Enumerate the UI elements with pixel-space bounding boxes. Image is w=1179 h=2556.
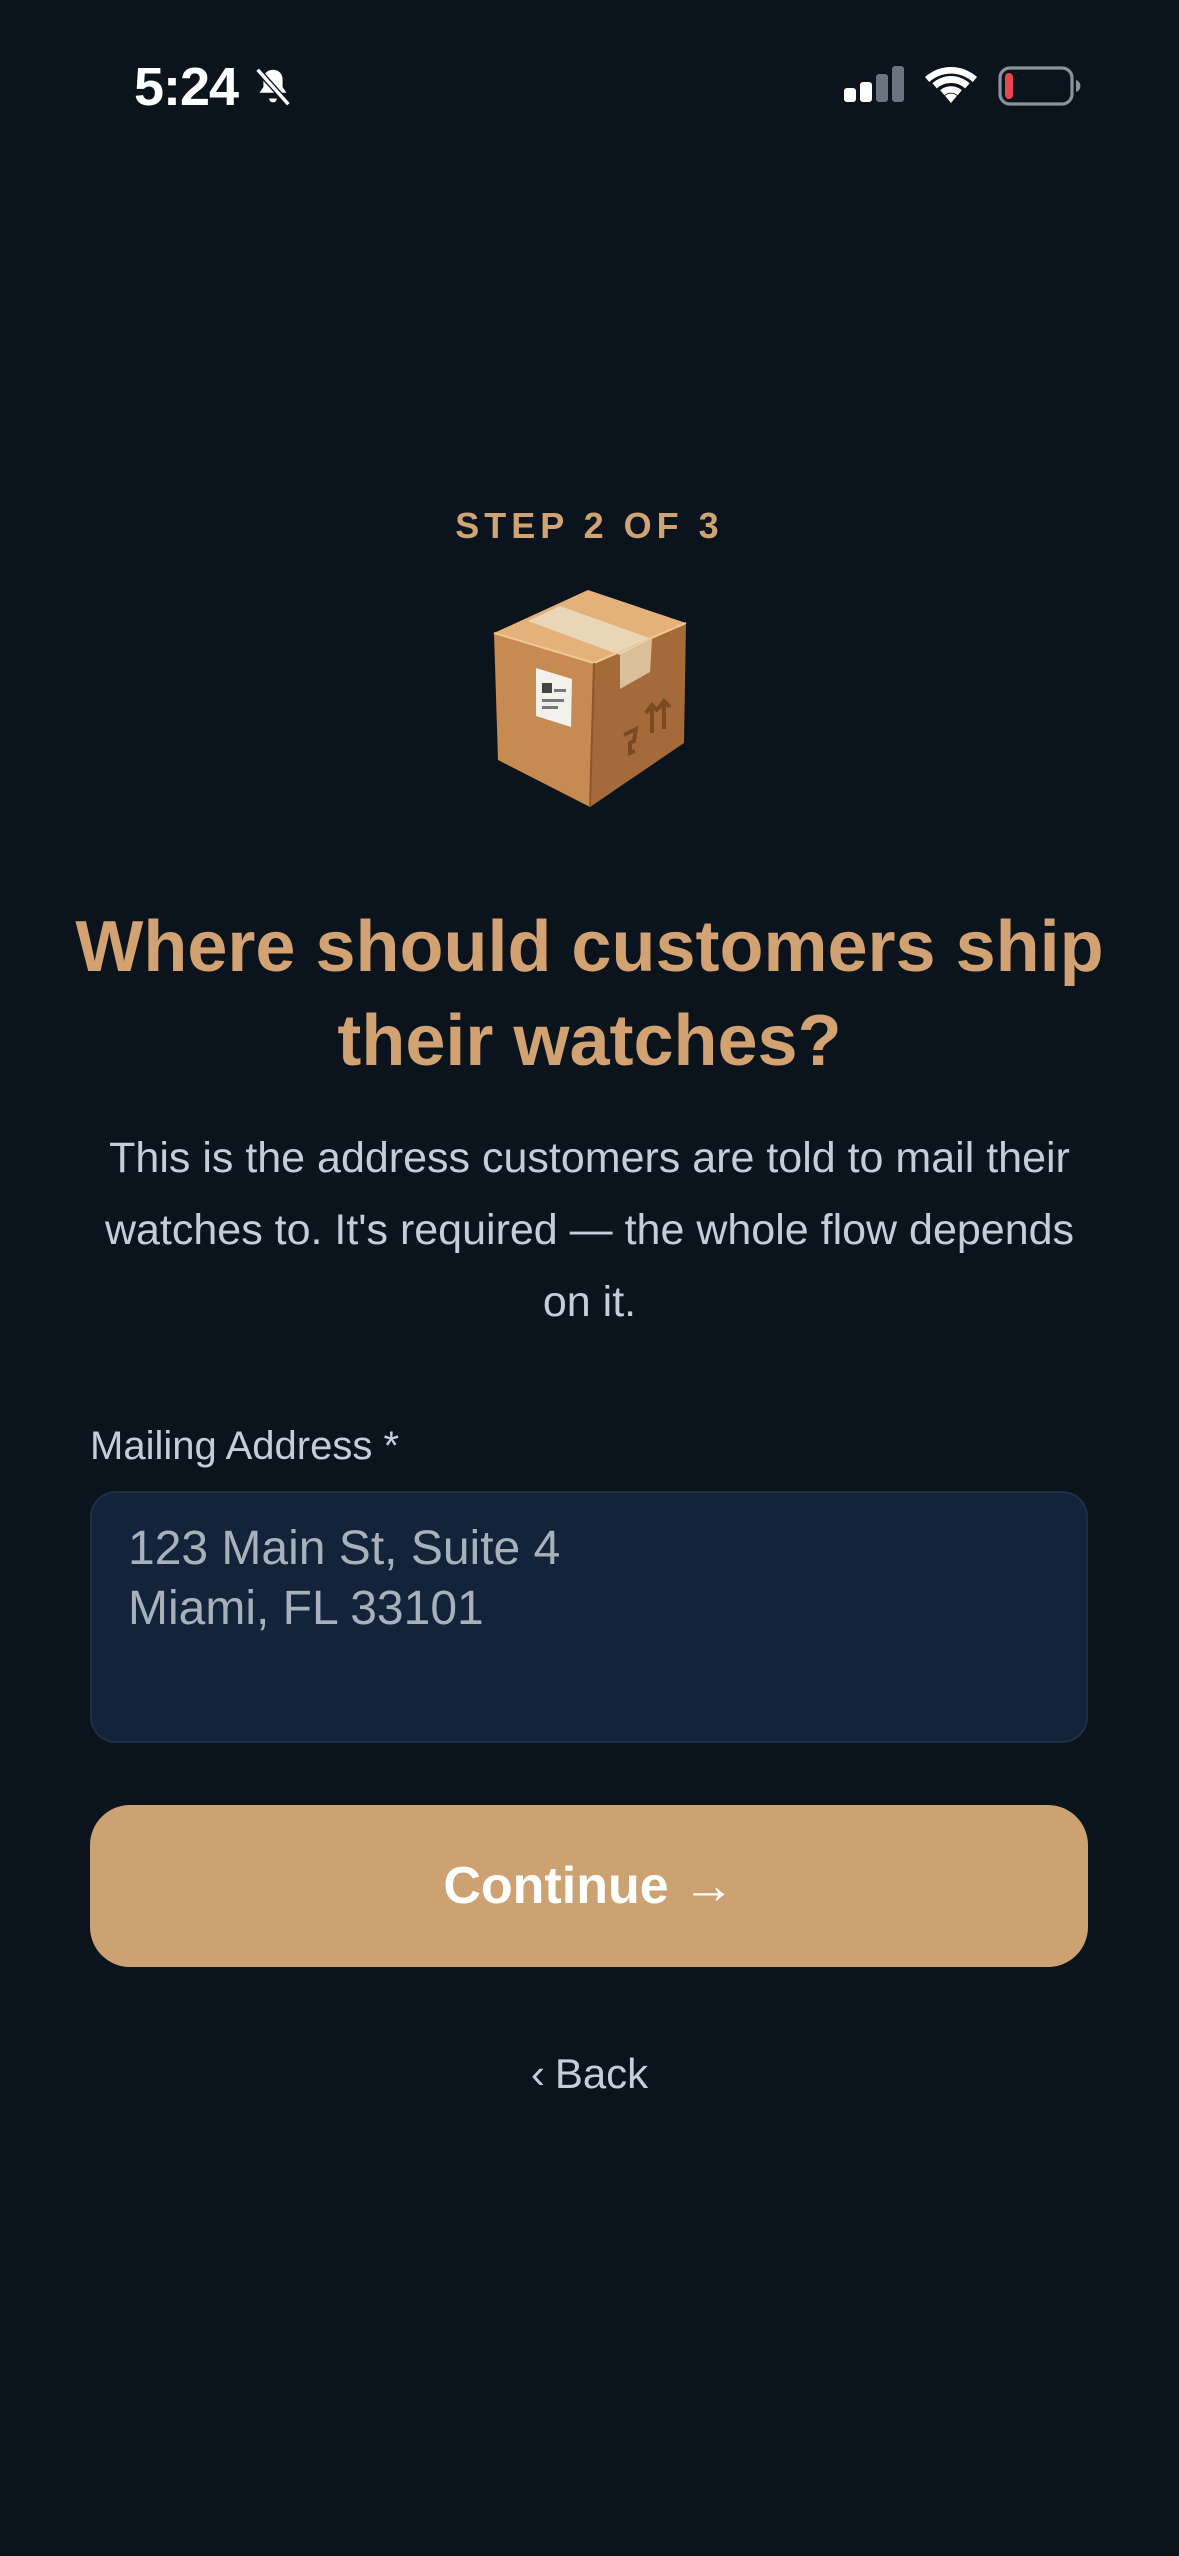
- status-bar: 5:24: [0, 0, 1179, 170]
- arrow-right-icon: →: [682, 1857, 735, 1915]
- back-link-label: Back: [554, 2050, 649, 2097]
- continue-button[interactable]: Continue →: [90, 1805, 1088, 1967]
- battery-low-icon: [998, 66, 1081, 106]
- mailing-address-label: Mailing Address *: [90, 1424, 400, 1468]
- back-link[interactable]: ‹ Back: [0, 2050, 1179, 2098]
- status-time: 5:24: [134, 57, 239, 117]
- package-box-icon: [493, 590, 687, 807]
- page-description: This is the address customers are told t…: [104, 1134, 1075, 1326]
- step-indicator: STEP 2 OF 3: [455, 505, 724, 546]
- wifi-icon: [925, 67, 977, 103]
- cellular-signal-icon: [844, 66, 904, 102]
- page-headline: Where should customers ship their watche…: [75, 907, 1104, 1081]
- chevron-left-icon: ‹: [530, 2050, 545, 2097]
- continue-button-label: Continue: [443, 1857, 669, 1915]
- bell-muted-icon: [255, 67, 291, 107]
- mailing-address-input[interactable]: [90, 1491, 1088, 1743]
